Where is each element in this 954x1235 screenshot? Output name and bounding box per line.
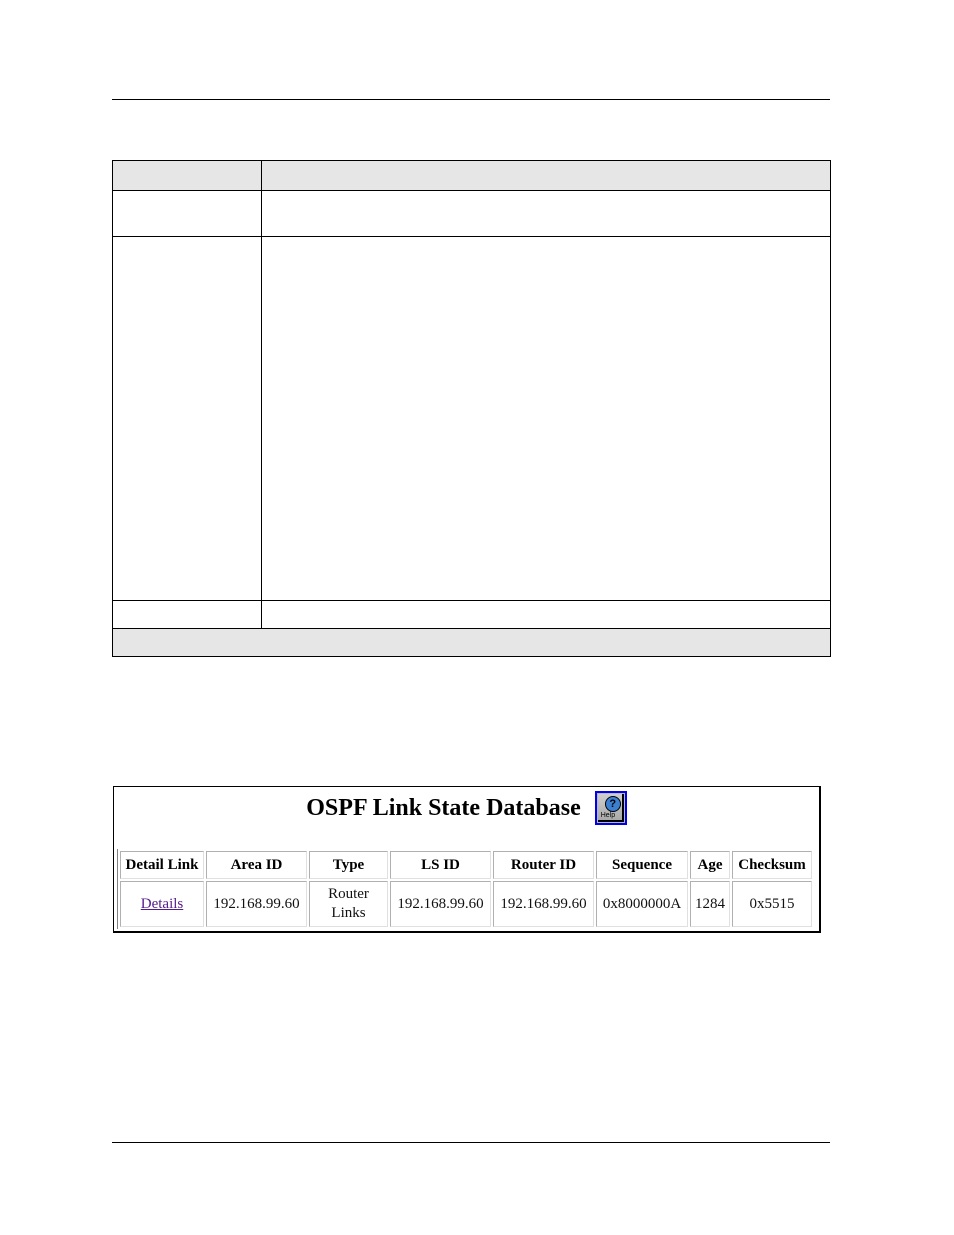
ospf-title-row: OSPF Link State Database ? Help (114, 791, 819, 831)
page-title: OSPF Link State Database (306, 794, 581, 821)
column-header-checksum: Checksum (732, 851, 812, 879)
table-cell (261, 600, 831, 629)
help-icon: ? Help (597, 794, 624, 822)
header-rule (112, 99, 830, 100)
ospf-screenshot: OSPF Link State Database ? Help Detail L… (113, 786, 821, 933)
area-id-cell: 192.168.99.60 (206, 881, 307, 927)
ospf-lsdb-table: Detail Link Area ID Type LS ID Router ID… (117, 849, 814, 929)
reference-table (112, 160, 831, 657)
column-header-ls-id: LS ID (390, 851, 491, 879)
column-header-age: Age (690, 851, 730, 879)
table-cell (112, 190, 262, 237)
table-cell (261, 190, 831, 237)
table-row (112, 236, 831, 601)
help-button[interactable]: ? Help (594, 791, 627, 825)
column-header-detail-link: Detail Link (120, 851, 204, 879)
router-id-cell: 192.168.99.60 (493, 881, 594, 927)
column-header-sequence: Sequence (596, 851, 688, 879)
type-value: Router Links (328, 886, 369, 921)
table-row (112, 190, 831, 237)
reference-table-header (112, 160, 831, 191)
footer-rule (112, 1142, 830, 1143)
question-mark-icon: ? (604, 796, 621, 812)
table-cell (112, 600, 262, 629)
column-header-area-id: Area ID (206, 851, 307, 879)
footer-cell (112, 628, 831, 657)
table-header-row: Detail Link Area ID Type LS ID Router ID… (120, 851, 812, 879)
age-cell: 1284 (690, 881, 730, 927)
sequence-cell: 0x8000000A (596, 881, 688, 927)
header-cell (112, 160, 262, 191)
ls-id-cell: 192.168.99.60 (390, 881, 491, 927)
checksum-cell: 0x5515 (732, 881, 812, 927)
detail-link-cell: Details (120, 881, 204, 927)
column-header-type: Type (309, 851, 388, 879)
header-cell (261, 160, 831, 191)
type-cell: Router Links (309, 881, 388, 927)
reference-table-footer (112, 628, 831, 657)
table-row (112, 600, 831, 629)
table-row: Details 192.168.99.60 Router Links 192.1… (120, 881, 812, 927)
details-link[interactable]: Details (141, 896, 184, 912)
table-cell (261, 236, 831, 601)
help-label: Help (600, 812, 616, 819)
column-header-router-id: Router ID (493, 851, 594, 879)
table-cell (112, 236, 262, 601)
